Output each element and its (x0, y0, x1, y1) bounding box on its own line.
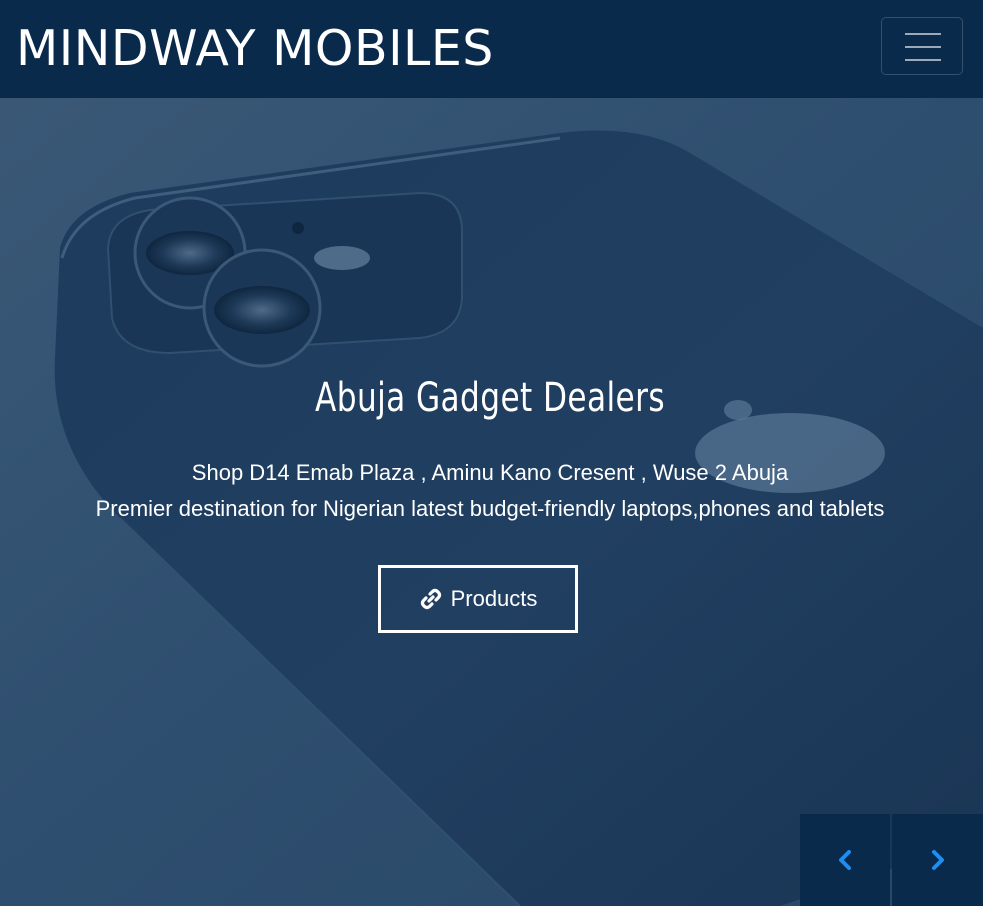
products-button-label: Products (450, 586, 538, 611)
navbar: MINDWAY MOBILES (0, 0, 983, 98)
carousel-next-button[interactable] (892, 814, 983, 906)
carousel-prev-button[interactable] (800, 814, 890, 906)
hero-tagline: Premier destination for Nigerian latest … (95, 496, 885, 521)
chevron-right-icon (931, 850, 944, 870)
link-icon (420, 588, 441, 610)
chevron-left-icon (839, 850, 851, 870)
hero-title: Abuja Gadget Dealers (315, 375, 665, 421)
hero-carousel: Abuja Gadget Dealers Shop D14 Emab Plaza… (0, 98, 983, 906)
hero-address: Shop D14 Emab Plaza , Aminu Kano Cresent… (191, 460, 789, 485)
brand-title[interactable]: MINDWAY MOBILES (16, 18, 494, 80)
products-button[interactable]: Products (378, 565, 578, 633)
menu-toggle-button[interactable] (881, 17, 963, 75)
hamburger-menu-icon (905, 33, 941, 35)
